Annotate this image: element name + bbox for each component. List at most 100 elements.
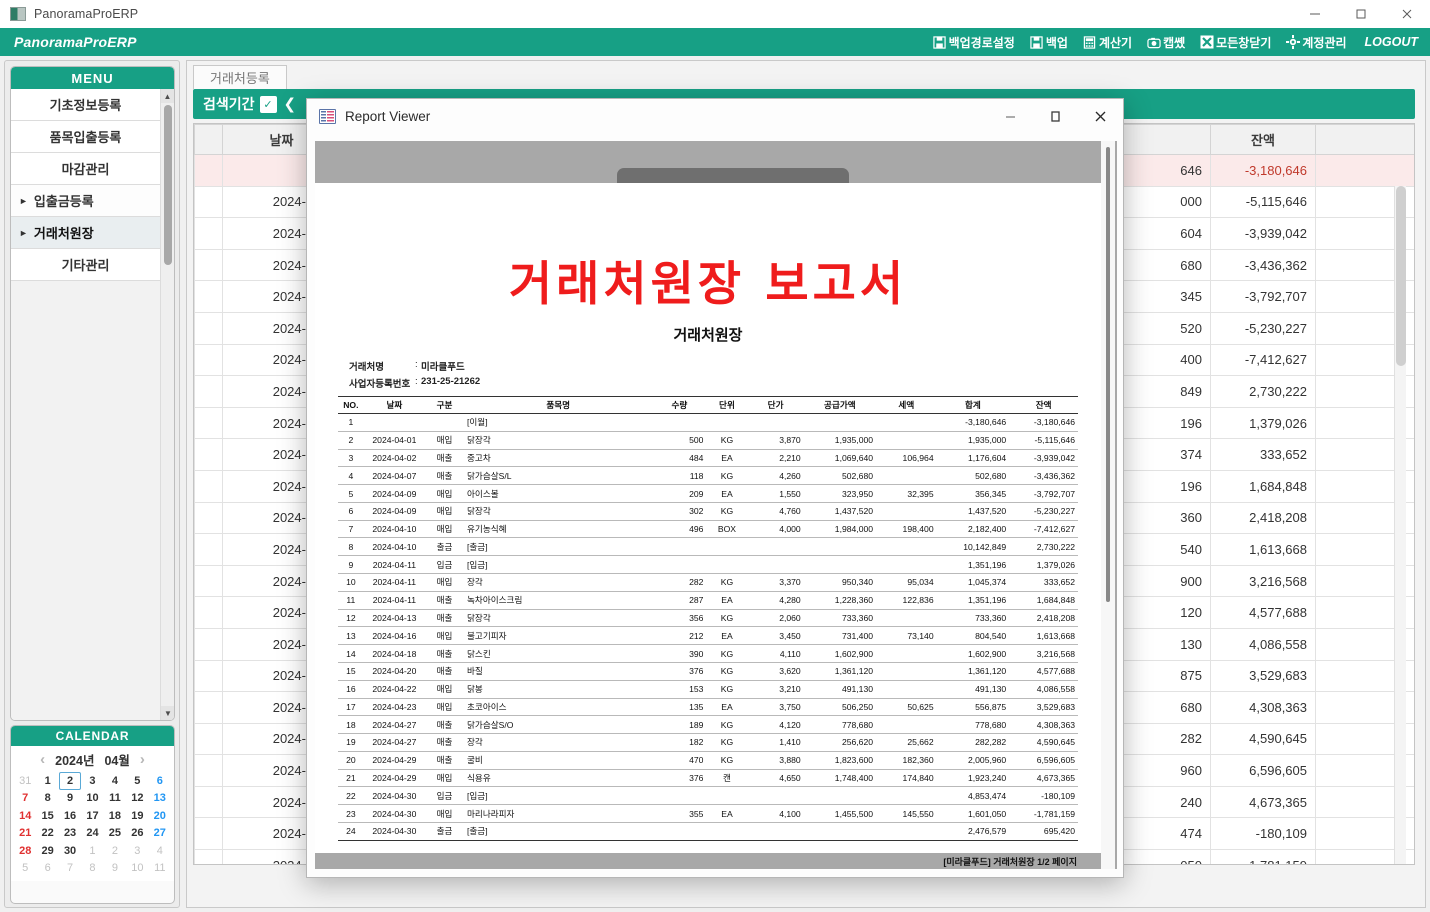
calendar-day[interactable]: 8 <box>36 790 58 808</box>
search-period-button[interactable]: 검색기간 ✓ ❮ <box>193 89 305 119</box>
chevron-left-icon[interactable]: ❮ <box>284 95 297 113</box>
sidebar-item-closing[interactable]: 마감관리 <box>11 153 160 185</box>
sidebar-item-etc[interactable]: 기타관리 <box>11 249 160 281</box>
logout-button[interactable]: LOGOUT <box>1365 35 1418 49</box>
calendar-day[interactable]: 21 <box>14 825 36 843</box>
calendar-day[interactable]: 1 <box>36 772 58 790</box>
calendar-day[interactable]: 22 <box>36 825 58 843</box>
scroll-up-icon[interactable]: ▲ <box>161 89 174 103</box>
report-scrollbar[interactable] <box>1101 141 1115 869</box>
menu-backup[interactable]: 백업 <box>1029 34 1068 51</box>
cell-no: 17 <box>338 698 364 717</box>
sidebar-scrollbar[interactable]: ▲ ▼ <box>160 89 174 720</box>
calendar-day[interactable]: 10 <box>126 860 148 878</box>
cell-date: 2024-04-27 <box>363 715 426 735</box>
calendar-next-button[interactable]: › <box>140 751 145 768</box>
cell-date: 2024-04-09 <box>363 484 426 503</box>
calendar-day[interactable]: 3 <box>81 772 103 790</box>
cell-unit: KG <box>706 715 748 735</box>
cell-tax <box>876 662 937 681</box>
calendar-day[interactable]: 18 <box>104 807 126 825</box>
dialog-maximize-button[interactable] <box>1033 99 1078 133</box>
calendar-day[interactable]: 19 <box>126 807 148 825</box>
calendar-day[interactable]: 2 <box>104 842 126 860</box>
cell-unit-price: 3,880 <box>747 751 804 770</box>
calendar-day[interactable]: 6 <box>36 860 58 878</box>
calendar-day[interactable]: 29 <box>36 842 58 860</box>
calendar-day[interactable]: 16 <box>59 807 81 825</box>
calendar-day[interactable]: 10 <box>81 790 103 808</box>
sidebar-item-deposit-withdraw[interactable]: ► 입출금등록 <box>11 185 160 217</box>
calendar-day[interactable]: 23 <box>59 825 81 843</box>
calendar-day[interactable]: 13 <box>149 790 171 808</box>
cell-date: 2024-04-29 <box>363 751 426 770</box>
cell-balance: 3,216,568 <box>1009 644 1078 663</box>
cell-item: 굴비 <box>464 751 653 770</box>
calendar-day[interactable]: 3 <box>126 842 148 860</box>
dialog-titlebar: Report Viewer <box>307 99 1123 133</box>
grid-scrollbar[interactable] <box>1394 186 1406 864</box>
calendar-day[interactable]: 20 <box>149 807 171 825</box>
report-column-header: 단가 <box>747 396 804 414</box>
calendar-day[interactable]: 8 <box>81 860 103 878</box>
cell-no: 22 <box>338 786 364 806</box>
dialog-close-button[interactable] <box>1078 99 1123 133</box>
calendar-day[interactable]: 5 <box>126 772 148 790</box>
calendar-day[interactable]: 30 <box>59 842 81 860</box>
cell-unit-price <box>747 786 804 806</box>
cell-supply <box>803 537 877 557</box>
maximize-button[interactable] <box>1338 0 1384 28</box>
report-row: 20 2024-04-29 매출 굴비 470 KG 3,880 1,823,600 182,3… <box>338 751 1078 770</box>
calendar-day[interactable]: 7 <box>59 860 81 878</box>
calendar-day[interactable]: 11 <box>149 860 171 878</box>
calendar-prev-button[interactable]: ‹ <box>40 751 45 768</box>
calendar-day[interactable]: 1 <box>81 842 103 860</box>
calendar-day[interactable]: 9 <box>104 860 126 878</box>
calendar-day[interactable]: 27 <box>149 825 171 843</box>
tab-customer-registration[interactable]: 거래처등록 <box>193 65 287 89</box>
scroll-down-icon[interactable]: ▼ <box>161 706 174 720</box>
calendar-day[interactable]: 14 <box>14 807 36 825</box>
report-row: 13 2024-04-16 매입 불고기피자 212 EA 3,450 731,400 73,1… <box>338 626 1078 646</box>
cell-unit-price: 2,210 <box>747 449 804 468</box>
cell-tax <box>876 466 937 486</box>
menu-account-management[interactable]: 계정관리 <box>1285 34 1347 51</box>
sidebar-item-item-inout[interactable]: 품목입출등록 <box>11 121 160 153</box>
calendar-day[interactable]: 24 <box>81 825 103 843</box>
cell-supply: 731,400 <box>803 626 877 646</box>
calendar-day[interactable]: 4 <box>104 772 126 790</box>
calendar-day[interactable]: 15 <box>36 807 58 825</box>
calendar-day[interactable]: 4 <box>149 842 171 860</box>
calendar-day[interactable]: 11 <box>104 790 126 808</box>
cell-balance: 3,529,683 <box>1009 698 1078 717</box>
os-window-title: PanoramaProERP <box>34 7 139 21</box>
menu-backup-path-setting[interactable]: 백업경로설정 <box>932 34 1015 51</box>
calendar-day[interactable]: 26 <box>126 825 148 843</box>
calendar-day[interactable]: 9 <box>59 790 81 808</box>
cell-item: 장각 <box>464 733 653 752</box>
scrollbar-thumb[interactable] <box>1396 186 1406 366</box>
scrollbar-thumb[interactable] <box>1106 147 1110 602</box>
cell-unit-price: 4,280 <box>747 591 804 610</box>
cell-date: 2024-04-10 <box>363 520 426 539</box>
scrollbar-thumb[interactable] <box>164 105 172 265</box>
sidebar-item-customer-ledger[interactable]: ► 거래처원장 <box>11 217 160 249</box>
calendar-day[interactable]: 28 <box>14 842 36 860</box>
calendar-day[interactable]: 2 <box>58 772 82 790</box>
calendar-day[interactable]: 25 <box>104 825 126 843</box>
menu-calculator[interactable]: 계산기 <box>1082 34 1132 51</box>
calendar-day[interactable]: 31 <box>14 772 36 790</box>
close-button[interactable] <box>1384 0 1430 28</box>
cell-balance: -3,436,362 <box>1210 248 1316 282</box>
calendar-day[interactable]: 12 <box>126 790 148 808</box>
menu-close-all-windows[interactable]: 모든창닫기 <box>1199 34 1271 51</box>
minimize-button[interactable] <box>1292 0 1338 28</box>
calendar-day[interactable]: 5 <box>14 860 36 878</box>
calendar-day[interactable]: 7 <box>14 790 36 808</box>
calendar-day[interactable]: 17 <box>81 807 103 825</box>
sidebar-item-basic-info[interactable]: 기초정보등록 <box>11 89 160 121</box>
calendar-day[interactable]: 6 <box>149 772 171 790</box>
dialog-minimize-button[interactable] <box>988 99 1033 133</box>
cell-marker <box>194 849 223 864</box>
menu-capture[interactable]: 캡쏐 <box>1146 34 1185 51</box>
